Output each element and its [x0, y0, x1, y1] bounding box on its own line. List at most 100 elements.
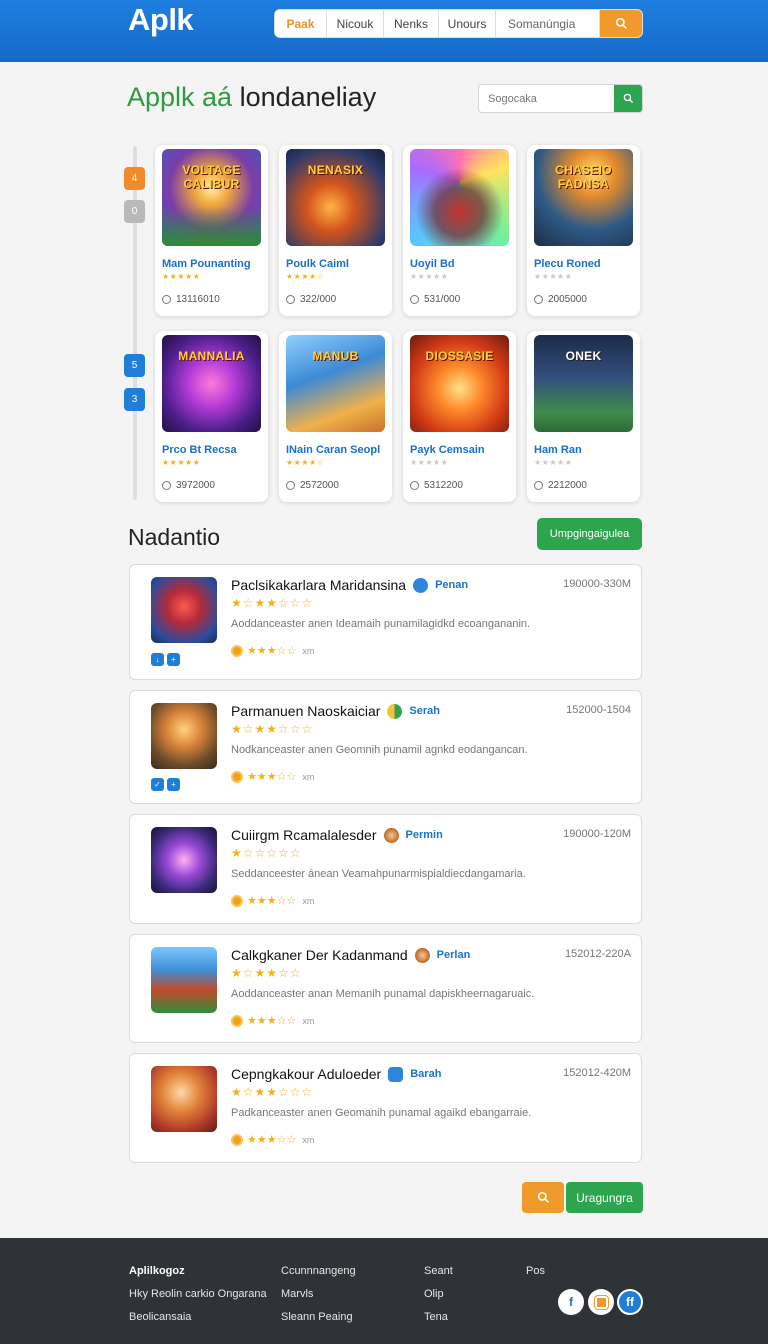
review-rating-stars: ★★★☆☆	[247, 895, 297, 907]
game-name: Plecu Roned	[534, 258, 601, 270]
facebook-icon[interactable]: f	[558, 1289, 584, 1315]
rail-button-1[interactable]: 4	[124, 167, 145, 190]
game-card[interactable]: DIOSSASIE Payk Cemsain ★★★★★ 5312200	[403, 331, 516, 502]
nav-tab-3[interactable]: Nenks	[384, 10, 439, 37]
review-rating-stars: ★★★☆☆	[247, 645, 297, 657]
game-card[interactable]: VOLTAGE CALIBUR Mam Pounanting ★★★★★ 131…	[155, 145, 268, 316]
nav-tab-1[interactable]: Paak	[275, 10, 327, 37]
section-action-button[interactable]: Umpgingaigulea	[537, 518, 642, 550]
game-name: Mam Pounanting	[162, 258, 251, 270]
game-rating: ★★★★☆	[286, 272, 325, 281]
review-actions: ↓ +	[151, 653, 180, 666]
review-stars-text: ★☆★★☆☆	[231, 966, 302, 980]
add-icon[interactable]: +	[167, 653, 180, 666]
review-actions: ✓ +	[151, 778, 180, 791]
review-item[interactable]: Paclsikakarlara Maridansina Penan 190000…	[129, 564, 642, 680]
bottom-search-button[interactable]	[522, 1182, 564, 1213]
review-stars-text: ★☆★★☆☆☆	[231, 1085, 314, 1099]
coin-icon	[231, 644, 243, 657]
nav-tab-2[interactable]: Nicouk	[327, 10, 384, 37]
game-card[interactable]: MANNALIA Prco Bt Recsa ★★★★★ 3972000	[155, 331, 268, 502]
page-title: Applk aá londaneliay	[127, 82, 376, 113]
game-name: Payk Cemsain	[410, 444, 485, 456]
header-search-button[interactable]	[600, 10, 642, 37]
rail-button-4[interactable]: 3	[124, 388, 145, 411]
game-name: Uoyil Bd	[410, 258, 455, 270]
chat-icon	[388, 1066, 404, 1082]
footer-link[interactable]: Ccunnnangeng	[281, 1260, 356, 1283]
download-icon	[534, 295, 543, 304]
review-item[interactable]: Parmanuen Naoskaiciar Serah 152000-1504 …	[129, 690, 642, 804]
review-item[interactable]: Cuiirgm Rcamalalesder Permin 190000-120M…	[129, 814, 642, 924]
review-title-text: Cuiirgm Rcamalalesder	[231, 827, 377, 843]
rail-button-3[interactable]: 5	[124, 354, 145, 377]
review-badge[interactable]: Serah	[409, 705, 440, 717]
review-badge[interactable]: Permin	[406, 829, 443, 841]
search-icon	[623, 93, 633, 104]
footer-col-2: Ccunnnangeng Marvls Sleann Peaing	[281, 1260, 356, 1329]
coin-icon	[231, 894, 243, 907]
footer-link[interactable]: Olip	[424, 1283, 453, 1306]
review-description: Seddanceester ánean Veamahpunarmispialdi…	[231, 868, 526, 880]
add-icon[interactable]: +	[167, 778, 180, 791]
game-card[interactable]: ONEK Ham Ran ★★★★★ 2212000	[527, 331, 640, 502]
review-avatar	[151, 947, 217, 1013]
coin-icon	[231, 1014, 243, 1027]
review-rating-stars: ★★★☆☆	[247, 1134, 297, 1146]
search-icon	[537, 1191, 549, 1203]
review-badge[interactable]: Perlan	[437, 949, 471, 961]
section-title: Nadantio	[128, 524, 221, 550]
bottom-action-button[interactable]: Uragungra	[566, 1182, 643, 1213]
review-rating-stars: ★★★☆☆	[247, 771, 297, 783]
review-title-text: Cepngkakour Aduloeder	[231, 1066, 382, 1082]
footer-link[interactable]: Marvls	[281, 1283, 356, 1306]
review-stars: ★☆★★☆☆☆	[231, 722, 313, 736]
review-description: Aoddanceaster anan Memanih punamal dapis…	[231, 988, 535, 1000]
footer-col-3: Seant Olip Tena	[424, 1260, 453, 1329]
game-downloads: 3972000	[162, 480, 215, 491]
footer-link[interactable]: Seant	[424, 1260, 453, 1283]
review-description: Nodkanceaster anen Geomnih punamil agnkd…	[231, 744, 528, 756]
game-thumbnail: VOLTAGE CALIBUR	[162, 149, 261, 246]
footer-link[interactable]: Pos	[526, 1260, 545, 1283]
ff-icon[interactable]: ff	[617, 1289, 643, 1315]
site-logo[interactable]: Aplk	[128, 2, 194, 38]
footer-link[interactable]: Tena	[424, 1306, 453, 1329]
review-rating: ★★★☆☆ xm	[231, 894, 314, 907]
game-card[interactable]: MANUB INain Caran Seopl ★★★★☆ 2572000	[279, 331, 392, 502]
review-date: 152012-220A	[564, 948, 631, 960]
review-rating: ★★★☆☆ xm	[231, 1014, 314, 1027]
page-search-button[interactable]	[614, 85, 642, 112]
review-title: Paclsikakarlara Maridansina Penan	[231, 577, 468, 593]
review-item[interactable]: Cepngkakour Aduloeder Barah 152012-420M …	[129, 1053, 642, 1163]
footer-link[interactable]: Beolicansaia	[129, 1306, 267, 1329]
review-rating: ★★★☆☆ xm	[231, 770, 314, 783]
download-icon	[286, 295, 295, 304]
game-thumbnail-caption: VOLTAGE CALIBUR	[182, 163, 241, 191]
header-search-input[interactable]: Somanúngia	[496, 10, 600, 37]
review-badge[interactable]: Penan	[435, 579, 468, 591]
check-icon[interactable]: ✓	[151, 778, 164, 791]
review-avatar	[151, 1066, 217, 1132]
footer-link[interactable]: Sleann Peaing	[281, 1306, 356, 1329]
game-downloads-count: 3972000	[176, 480, 215, 491]
review-badge[interactable]: Barah	[410, 1068, 441, 1080]
footer-link[interactable]: Hky Reolin carkio Ongarana	[129, 1283, 267, 1306]
game-card[interactable]: Uoyil Bd ★★★★★ 531/000	[403, 145, 516, 316]
game-rating: ★★★★★	[162, 272, 201, 281]
app-icon[interactable]	[588, 1289, 614, 1315]
review-avatar	[151, 577, 217, 643]
game-downloads: 531/000	[410, 294, 460, 305]
rail-button-2[interactable]: 0	[124, 200, 145, 223]
review-avatar	[151, 827, 217, 893]
review-rating-unit: xm	[302, 1134, 315, 1145]
game-card[interactable]: CHASEIO FADNSA Plecu Roned ★★★★★ 2005000	[527, 145, 640, 316]
page-search-input[interactable]: Sogocaka	[479, 85, 614, 112]
nav-tab-4[interactable]: Unours	[439, 10, 496, 37]
game-downloads: 2572000	[286, 480, 339, 491]
game-downloads-count: 2212000	[548, 480, 587, 491]
share-icon[interactable]: ↓	[151, 653, 164, 666]
game-thumbnail: MANNALIA	[162, 335, 261, 432]
game-card[interactable]: NENASIX Poulk Caiml ★★★★☆ 322/000	[279, 145, 392, 316]
review-item[interactable]: Calkgkaner Der Kadanmand Perlan 152012-2…	[129, 934, 642, 1043]
